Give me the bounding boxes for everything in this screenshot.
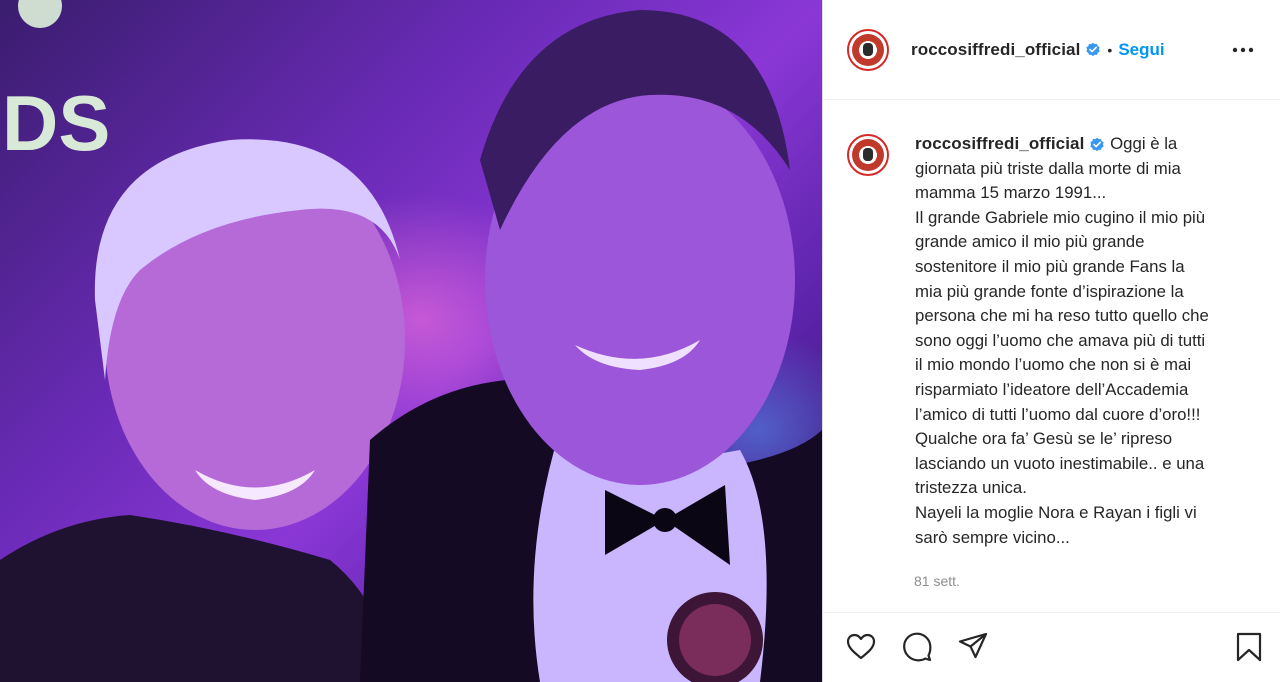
heart-icon[interactable] — [845, 631, 877, 663]
caption-first-line: Oggi è la — [1110, 134, 1178, 153]
more-options-icon[interactable] — [1232, 40, 1254, 60]
follow-button[interactable]: Segui — [1118, 40, 1164, 60]
post-sidebar: roccosiffredi_official • Segui roccosiff… — [822, 0, 1280, 682]
caption-avatar[interactable] — [847, 134, 889, 176]
caption-line: il mio mondo l’uomo che non si è mai — [915, 355, 1192, 375]
left-person-body — [0, 515, 400, 682]
bow-tie-knot — [653, 508, 677, 532]
action-bar — [823, 612, 1280, 682]
photo-sign-text: DS — [2, 79, 110, 167]
caption-line: grande amico il mio più grande — [915, 232, 1145, 252]
caption-line: persona che mi ha reso tutto quello che — [915, 306, 1209, 326]
caption-line: sono oggi l’uomo che amava più di tutti — [915, 330, 1206, 350]
caption-line: mia più grande fonte d’ispirazione la — [915, 281, 1184, 301]
caption-line: sostenitore il mio più grande Fans la — [915, 256, 1185, 276]
caption-line: Nayeli la moglie Nora e Rayan i figli vi — [915, 502, 1197, 522]
photo-illustration: DS — [0, 0, 822, 682]
post-header: roccosiffredi_official • Segui — [823, 0, 1280, 100]
bookmark-icon[interactable] — [1233, 631, 1265, 663]
caption-line: risparmiato l’ideatore dell’Accademia — [915, 379, 1189, 399]
avatar[interactable] — [847, 28, 889, 71]
comment-icon[interactable] — [901, 631, 933, 663]
caption-line: Qualche ora fa’ Gesù se le’ ripreso — [915, 429, 1173, 449]
caption-line: sarò sempre vicino... — [915, 527, 1070, 547]
caption-line: mamma 15 marzo 1991... — [915, 183, 1107, 203]
caption-avatar-image — [852, 139, 884, 171]
pin-badge-inner — [679, 604, 751, 676]
separator-dot: • — [1107, 41, 1113, 58]
caption-username-link[interactable]: roccosiffredi_official — [915, 134, 1084, 153]
caption-line: l’amico di tutti l’uomo dal cuore d’oro!… — [915, 404, 1201, 424]
avatar-image — [852, 33, 884, 66]
post-photo[interactable]: DS — [0, 0, 822, 682]
caption-block: roccosiffredi_official Oggi è la giornat… — [823, 100, 1280, 550]
instagram-post-modal: DS roccosiffredi_official • Segui roccos… — [0, 0, 1280, 682]
photo-sign-fragment — [18, 0, 62, 28]
caption-line: tristezza unica. — [915, 478, 1027, 498]
post-timestamp[interactable]: 81 sett. — [914, 573, 960, 589]
caption-line: lasciando un vuoto inestimabile.. e una — [915, 453, 1205, 473]
verified-badge-icon — [1089, 137, 1105, 153]
share-icon[interactable] — [957, 631, 989, 663]
caption-line: giornata più triste dalla morte di mia — [915, 158, 1181, 178]
caption-line: Il grande Gabriele mio cugino il mio più — [915, 207, 1206, 227]
caption-text: roccosiffredi_official Oggi è la giornat… — [915, 132, 1266, 550]
verified-badge-icon — [1085, 42, 1101, 58]
caption-line: roccosiffredi_official Oggi è la — [915, 132, 1266, 157]
username-link[interactable]: roccosiffredi_official — [911, 40, 1080, 60]
